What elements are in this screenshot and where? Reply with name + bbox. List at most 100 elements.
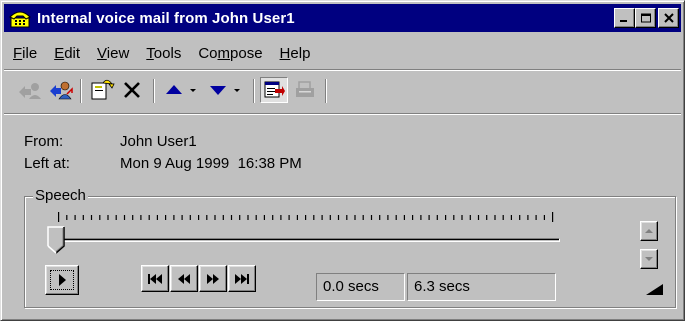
slider-tick (305, 215, 307, 220)
length-readout: 6.3 secs (407, 273, 556, 301)
menu-help[interactable]: Help (280, 45, 311, 62)
next-message-icon (210, 86, 240, 95)
slider-tick (477, 215, 480, 220)
minimize-icon (619, 20, 627, 22)
slider-tick (263, 215, 265, 220)
toolbar-separator (153, 79, 155, 103)
slider-tick (519, 215, 521, 220)
menu-file[interactable]: File (13, 45, 37, 62)
slider-tick (58, 212, 60, 222)
slider-tick (362, 215, 364, 220)
menu-edit[interactable]: Edit (54, 45, 80, 62)
slider-tick (189, 215, 191, 220)
volume-down-button[interactable] (640, 249, 658, 269)
slider-tick (255, 215, 257, 220)
toolbar-separator (253, 79, 255, 103)
menu-compose[interactable]: Compose (198, 45, 262, 62)
rewind-button[interactable] (170, 265, 198, 292)
reply-icon (19, 83, 41, 99)
delete-button[interactable] (118, 77, 146, 103)
arrow-up-icon (645, 229, 653, 233)
slider-tick (82, 215, 84, 220)
slider-tick (543, 215, 545, 220)
focus-rect (50, 270, 74, 290)
properties-button[interactable] (260, 77, 288, 103)
arrow-down-icon (645, 257, 653, 261)
print-button[interactable] (291, 77, 319, 103)
close-button[interactable] (658, 8, 679, 28)
menu-separator (4, 69, 681, 71)
slider-tick (494, 215, 496, 220)
slider-tick (552, 212, 554, 222)
slider-tick (66, 215, 68, 220)
speech-position-slider-thumb[interactable] (47, 226, 65, 254)
previous-message-button[interactable] (161, 77, 201, 103)
window-title: Internal voice mail from John User1 (37, 9, 295, 27)
close-icon (663, 13, 674, 23)
telephone-icon (9, 11, 31, 28)
slider-tick (230, 215, 233, 220)
slider-tick (313, 215, 315, 220)
slider-tick (214, 215, 216, 220)
slider-tick (370, 215, 373, 220)
slider-tick (469, 215, 471, 220)
properties-icon (264, 81, 285, 98)
slider-tick (346, 215, 348, 220)
fast-forward-icon (207, 273, 219, 284)
rewind-icon (178, 273, 190, 284)
delete-icon (124, 82, 140, 98)
slider-tick (329, 215, 331, 220)
slider-tick (90, 215, 93, 220)
toolbar-separator-line (4, 113, 681, 115)
slider-tick (502, 215, 504, 220)
slider-tick (107, 215, 109, 220)
maximize-button[interactable] (635, 8, 656, 28)
slider-tick (379, 215, 381, 220)
menu-view[interactable]: View (97, 45, 129, 62)
reply-all-button[interactable] (47, 77, 75, 103)
slider-tick (272, 215, 274, 220)
forward-button[interactable] (88, 77, 116, 103)
slider-tick (206, 215, 208, 220)
slider-ticks (58, 212, 554, 222)
speech-position-track[interactable] (52, 238, 560, 242)
slider-tick (198, 215, 200, 220)
speech-group-label: Speech (33, 187, 88, 204)
position-readout: 0.0 secs (316, 273, 405, 301)
slider-tick (453, 215, 455, 220)
menu-bar: File Edit View Tools Compose Help (13, 45, 327, 62)
maximize-icon (640, 13, 651, 23)
slider-tick (165, 215, 167, 220)
slider-tick (74, 215, 76, 220)
volume-level-icon (646, 284, 663, 295)
slider-tick (403, 215, 405, 220)
slider-tick (436, 215, 438, 220)
fast-forward-button[interactable] (199, 265, 227, 292)
slider-tick (222, 215, 224, 220)
slider-tick (445, 215, 447, 220)
slider-tick (115, 215, 117, 220)
slider-tick (280, 215, 282, 220)
reply-button[interactable] (15, 77, 43, 103)
slider-tick (337, 215, 340, 220)
volume-up-button[interactable] (640, 221, 658, 241)
voice-mail-window: Internal voice mail from John User1 File… (0, 0, 685, 321)
slider-tick (181, 215, 183, 220)
minimize-button[interactable] (614, 8, 635, 28)
skip-to-start-button[interactable] (141, 265, 169, 292)
slider-tick (156, 215, 158, 220)
skip-to-start-icon (148, 273, 162, 284)
next-message-button[interactable] (205, 77, 245, 103)
slider-tick (296, 215, 298, 220)
print-icon (296, 81, 314, 97)
title-bar[interactable]: Internal voice mail from John User1 (4, 4, 681, 32)
slider-tick (148, 215, 150, 220)
slider-tick (428, 215, 430, 220)
slider-tick (461, 215, 463, 220)
slider-tick (321, 215, 323, 220)
skip-to-end-button[interactable] (228, 265, 256, 292)
menu-tools[interactable]: Tools (146, 45, 181, 62)
slider-tick (486, 215, 488, 220)
slider-tick (123, 215, 126, 220)
play-button[interactable] (45, 265, 79, 295)
